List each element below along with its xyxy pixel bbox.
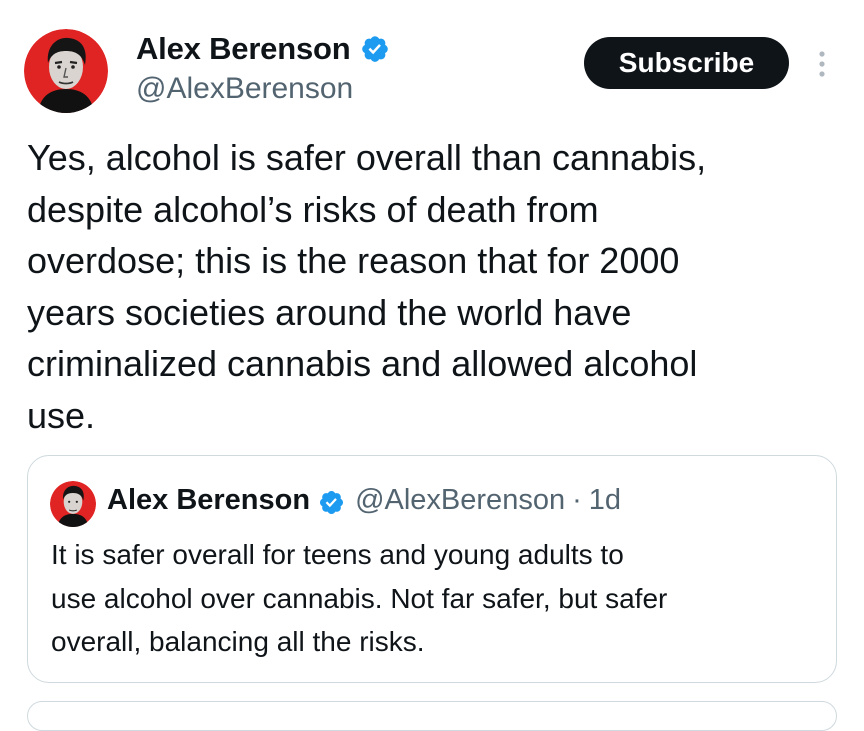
tweet-text: Yes, alcohol is safer overall than canna… (27, 137, 707, 436)
quoted-tweet-text: It is safer overall for teens and young … (51, 539, 668, 657)
separator-dot: · (572, 484, 582, 516)
quoted-tweet-header: Alex Berenson @AlexBerenson · 1d (107, 480, 621, 520)
more-options-icon[interactable] (810, 48, 834, 80)
quoted-tweet-timestamp: 1d (588, 484, 622, 516)
verified-badge-icon[interactable] (360, 34, 390, 64)
quoted-author-name: Alex Berenson (107, 484, 311, 516)
quoted-tweet-card[interactable]: Alex Berenson @AlexBerenson · 1d It is s… (27, 455, 837, 683)
author-avatar[interactable] (24, 29, 108, 113)
verified-badge-icon (318, 487, 345, 514)
author-handle[interactable]: @AlexBerenson (136, 71, 353, 107)
quoted-author-handle: @AlexBerenson (355, 484, 566, 516)
author-name-row[interactable]: Alex Berenson (136, 30, 390, 68)
author-display-name[interactable]: Alex Berenson (136, 30, 351, 68)
next-card-edge (27, 701, 837, 731)
subscribe-button[interactable]: Subscribe (584, 37, 789, 89)
quoted-author-avatar (50, 481, 96, 527)
